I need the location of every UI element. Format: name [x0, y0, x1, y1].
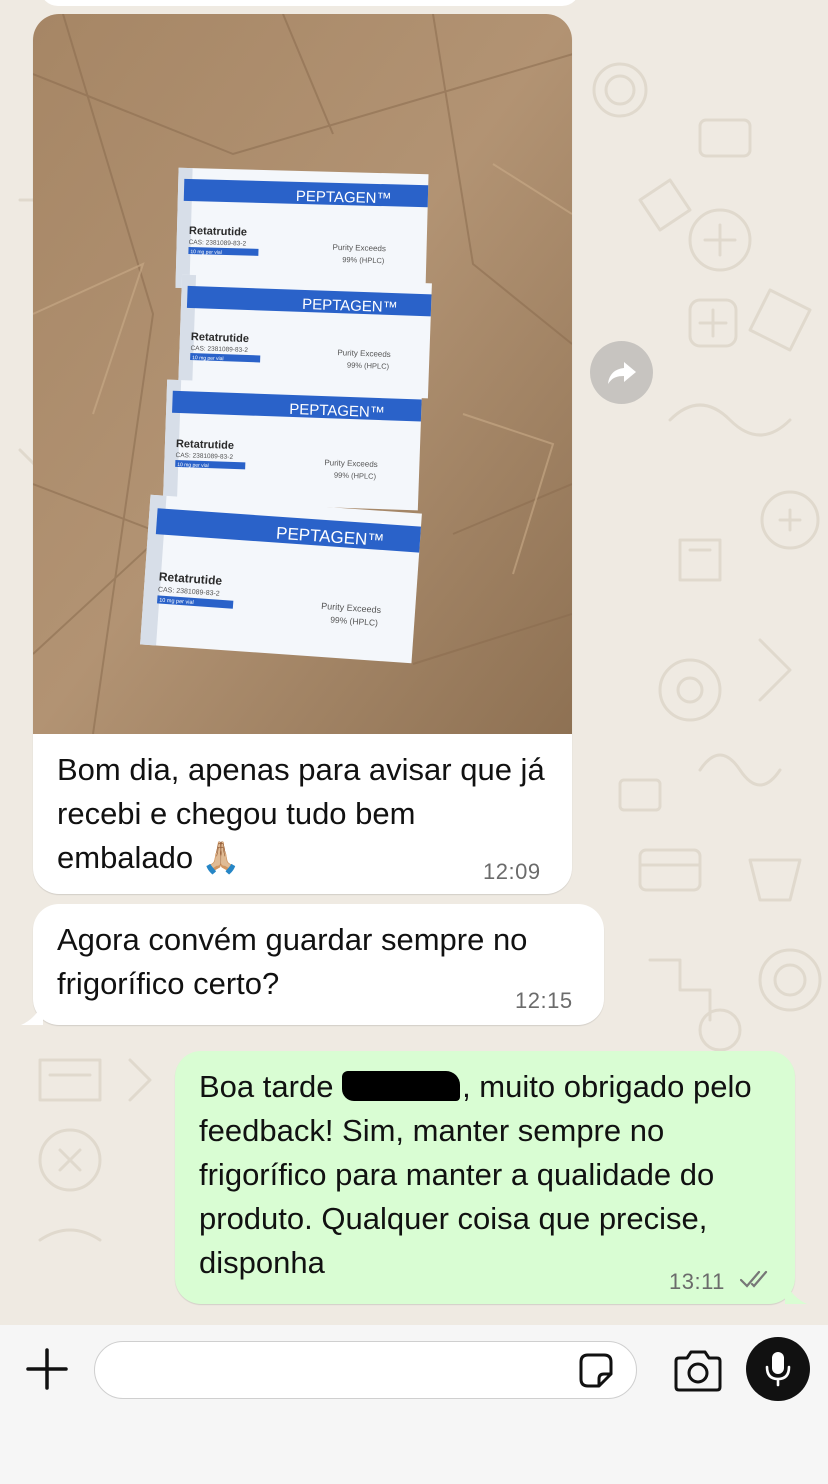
svg-text:PEPTAGEN™: PEPTAGEN™ [289, 401, 385, 421]
image-caption: Bom dia, apenas para avisar que já receb… [57, 752, 545, 875]
svg-text:PEPTAGEN™: PEPTAGEN™ [302, 296, 398, 316]
message-time: 12:09 [483, 859, 541, 884]
svg-text:PEPTAGEN™: PEPTAGEN™ [296, 188, 392, 207]
box-4: PEPTAGEN™ Retatrutide CAS: 2381089-83-2 … [140, 494, 422, 664]
svg-text:Purity Exceeds: Purity Exceeds [332, 243, 386, 253]
message-text: Boa tarde , muito obrigado pelo feedback… [199, 1065, 784, 1285]
bubble-tail [785, 1282, 807, 1304]
camera-icon[interactable] [672, 1349, 724, 1393]
message-time: 12:15 [515, 988, 573, 1013]
previous-message-bubble [40, 0, 580, 6]
microphone-icon [765, 1352, 791, 1387]
message-time: 13:11 [669, 1269, 725, 1294]
svg-text:99% (HPLC): 99% (HPLC) [342, 255, 385, 265]
incoming-message-bubble[interactable]: Agora convém guardar sempre no frigorífi… [21, 904, 604, 1025]
box-1: PEPTAGEN™ Retatrutide CAS: 2381089-83-2 … [175, 167, 429, 295]
forward-button[interactable] [590, 341, 653, 404]
svg-text:99% (HPLC): 99% (HPLC) [334, 470, 377, 480]
read-receipt-icon [740, 1270, 768, 1288]
svg-text:Retatrutide: Retatrutide [189, 225, 247, 239]
bubble-tail [21, 1003, 43, 1025]
message-input[interactable] [94, 1341, 637, 1399]
microphone-button[interactable] [746, 1337, 810, 1401]
svg-text:Retatrutide: Retatrutide [191, 331, 249, 345]
product-photo[interactable]: PEPTAGEN™ Retatrutide CAS: 2381089-83-2 … [33, 14, 572, 734]
svg-text:10 mg per vial: 10 mg per vial [192, 355, 224, 362]
box-2: PEPTAGEN™ Retatrutide CAS: 2381089-83-2 … [178, 274, 432, 399]
svg-text:10 mg per vial: 10 mg per vial [177, 462, 209, 469]
image-message-bubble[interactable]: PEPTAGEN™ Retatrutide CAS: 2381089-83-2 … [33, 14, 572, 894]
box-3: PEPTAGEN™ Retatrutide CAS: 2381089-83-2 … [162, 379, 423, 511]
message-text: Agora convém guardar sempre no frigorífi… [57, 922, 528, 1001]
outgoing-message-bubble[interactable]: Boa tarde , muito obrigado pelo feedback… [175, 1051, 807, 1304]
svg-text:99% (HPLC): 99% (HPLC) [347, 360, 390, 370]
svg-text:Retatrutide: Retatrutide [176, 438, 234, 452]
redacted-name [342, 1071, 461, 1101]
plus-icon[interactable] [24, 1346, 70, 1392]
svg-text:10 mg per vial: 10 mg per vial [190, 249, 222, 256]
sticker-icon[interactable] [575, 1350, 617, 1392]
svg-text:Purity Exceeds: Purity Exceeds [337, 348, 391, 359]
message-text-start: Boa tarde [199, 1069, 334, 1104]
svg-text:Purity Exceeds: Purity Exceeds [324, 458, 378, 469]
forward-icon [607, 361, 636, 384]
